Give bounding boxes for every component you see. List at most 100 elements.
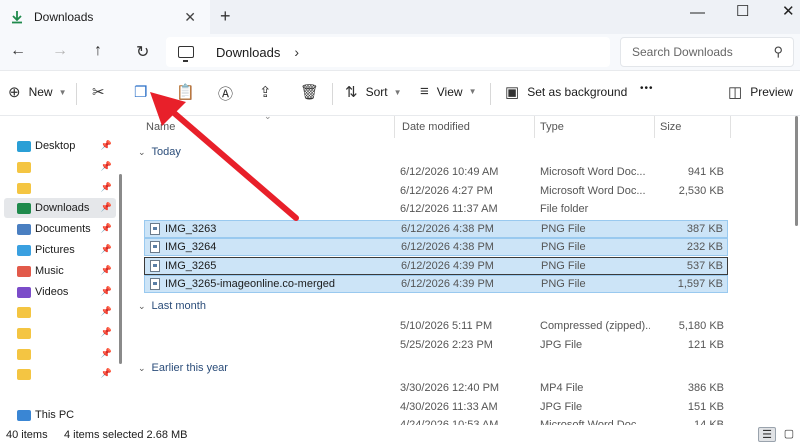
chevron-down-icon: ▼ — [468, 87, 477, 96]
column-header-date-modified[interactable]: Date modified — [396, 116, 536, 138]
sidebar-item-documents[interactable]: Documents 📌 — [4, 219, 116, 239]
file-list: ⌄ Name Date modified Type Size ⌄ Today 6/1… — [130, 111, 800, 431]
sidebar-item-label: Documents — [35, 223, 91, 235]
pin-icon[interactable]: 📌 — [101, 182, 112, 193]
table-row[interactable]: 5/10/2026 5:11 PM Compressed (zipped)... 5… — [144, 318, 728, 336]
pin-icon[interactable]: 📌 — [101, 223, 112, 234]
cell-type: PNG File — [541, 241, 586, 253]
divider — [490, 83, 491, 105]
copy-icon: ❐ — [134, 84, 148, 101]
sort-icon: ⇅ — [345, 84, 358, 101]
table-row[interactable]: 3/30/2026 12:40 PM MP4 File 386 KB — [144, 380, 728, 398]
table-row[interactable]: IMG_3264 6/12/2026 4:38 PM PNG File 232 KB — [144, 238, 728, 256]
sort-label: Sort — [365, 85, 388, 99]
tiles-view-button[interactable]: ▢ — [780, 427, 798, 442]
cell-type: PNG File — [541, 259, 586, 272]
tab-title: Downloads — [34, 10, 94, 24]
pin-icon[interactable]: 📌 — [101, 265, 112, 276]
table-row[interactable]: IMG_3265-imageonline.co-merged 6/12/2026 … — [144, 275, 728, 293]
cell-date: 5/10/2026 5:11 PM — [400, 320, 493, 332]
rename-button[interactable]: Ⓐ — [218, 83, 233, 104]
set-as-background-label: Set as background — [527, 85, 628, 99]
group-label: Today — [151, 146, 181, 158]
pin-icon[interactable]: 📌 — [101, 244, 112, 255]
forward-button[interactable]: → — [52, 42, 68, 60]
sidebar-item-pictures[interactable]: Pictures 📌 — [4, 240, 116, 260]
paste-button[interactable]: 📋 — [176, 83, 195, 101]
up-button[interactable]: ↑ — [94, 42, 102, 60]
sidebar-item-downloads[interactable]: Downloads 📌 — [4, 198, 116, 218]
close-tab-button[interactable]: ✕ — [184, 9, 196, 26]
pin-icon[interactable]: 📌 — [101, 368, 112, 379]
search-box[interactable]: ⚲ — [620, 37, 794, 67]
table-row[interactable]: 4/30/2026 11:33 AM JPG File 151 KB — [144, 399, 728, 417]
new-label: New — [28, 85, 53, 99]
new-tab-button[interactable]: + — [220, 6, 231, 27]
sidebar-item-desktop[interactable]: Desktop 📌 — [4, 136, 116, 156]
table-row[interactable]: 5/25/2026 2:23 PM JPG File 121 KB — [144, 337, 728, 355]
cell-size: 1,597 KB — [677, 278, 723, 290]
group-header[interactable]: ⌄ Earlier this year — [138, 362, 228, 374]
column-divider[interactable] — [730, 116, 731, 138]
column-divider[interactable] — [394, 116, 395, 138]
table-row[interactable]: IMG_3263 6/12/2026 4:38 PM PNG File 387 KB — [144, 219, 728, 238]
tab-downloads[interactable]: Downloads ✕ — [0, 0, 210, 34]
music-icon — [17, 265, 31, 277]
pin-icon[interactable]: 📌 — [101, 161, 112, 172]
table-row[interactable]: IMG_3265 6/12/2026 4:39 PM PNG File 537 KB — [144, 256, 728, 275]
new-button[interactable]: ⊕ New ▼ — [8, 83, 67, 101]
pin-icon[interactable]: 📌 — [101, 348, 112, 359]
column-header-size[interactable]: Size — [654, 116, 730, 138]
table-row[interactable]: 6/12/2026 4:27 PM Microsoft Word Doc... 2,… — [144, 183, 728, 201]
group-label: Earlier this year — [151, 362, 228, 374]
share-button[interactable]: ⇪ — [259, 83, 272, 101]
selection-info: 4 items selected 2.68 MB — [64, 429, 188, 441]
pin-icon[interactable]: 📌 — [101, 327, 112, 338]
column-header-type[interactable]: Type — [534, 116, 654, 138]
group-header[interactable]: ⌄ Today — [138, 146, 181, 158]
address-segment-downloads[interactable]: Downloads — [216, 45, 280, 60]
more-options-button[interactable]: ••• — [640, 83, 654, 94]
back-button[interactable]: ← — [10, 42, 26, 60]
minimize-button[interactable]: — — [690, 4, 705, 21]
group-header[interactable]: ⌄ Last month — [138, 300, 206, 312]
chevron-down-icon: ⌄ — [138, 300, 146, 311]
sidebar-item-this-pc[interactable]: This PC — [4, 405, 116, 425]
sidebar-item-folder[interactable]: 📌 — [4, 323, 116, 343]
sidebar-item-folder[interactable]: 📌 — [4, 178, 116, 198]
sidebar-item-folder[interactable]: 📌 — [4, 302, 116, 322]
file-list-scrollbar[interactable] — [795, 116, 798, 226]
sidebar-item-folder[interactable]: 📌 — [4, 364, 116, 384]
view-button[interactable]: ≡ View ▼ — [420, 83, 476, 100]
status-bar: 40 items 4 items selected 2.68 MB ☰ ▢ — [0, 425, 800, 443]
download-icon — [17, 202, 31, 214]
cut-button[interactable]: ✂ — [92, 83, 105, 101]
pin-icon[interactable]: 📌 — [101, 286, 112, 297]
sidebar-scrollbar[interactable] — [119, 174, 122, 364]
maximize-button[interactable]: ☐ — [736, 2, 749, 20]
table-row[interactable]: 6/12/2026 11:37 AM File folder — [144, 201, 728, 219]
details-view-button[interactable]: ☰ — [758, 427, 776, 442]
pin-icon[interactable]: 📌 — [101, 140, 112, 151]
table-row[interactable]: 6/12/2026 10:49 AM Microsoft Word Doc... 9… — [144, 164, 728, 182]
sidebar-item-folder[interactable]: 📌 — [4, 344, 116, 364]
sidebar-item-music[interactable]: Music 📌 — [4, 261, 116, 281]
copy-button[interactable]: ❐ — [134, 83, 147, 101]
sidebar-item-folder[interactable]: 📌 — [4, 157, 116, 177]
pin-icon[interactable]: 📌 — [101, 202, 112, 213]
set-as-background-button[interactable]: ▣ Set as background — [505, 83, 627, 101]
close-window-button[interactable]: ✕ — [782, 2, 795, 20]
refresh-button[interactable]: ↻ — [136, 42, 149, 62]
cell-type: File folder — [540, 203, 589, 215]
search-input[interactable] — [621, 38, 761, 66]
delete-button[interactable]: 🗑 — [300, 83, 319, 101]
preview-button[interactable]: ◫ Preview — [728, 83, 793, 101]
sidebar-item-videos[interactable]: Videos 📌 — [4, 282, 116, 302]
chevron-right-icon[interactable]: › — [294, 44, 299, 60]
scissors-icon: ✂ — [92, 84, 105, 101]
cell-size: 2,530 KB — [678, 184, 724, 197]
sort-button[interactable]: ⇅ Sort ▼ — [345, 83, 402, 101]
address-bar[interactable]: Downloads › — [166, 37, 610, 67]
pin-icon[interactable]: 📌 — [101, 306, 112, 317]
column-header-name[interactable]: Name — [140, 116, 390, 138]
